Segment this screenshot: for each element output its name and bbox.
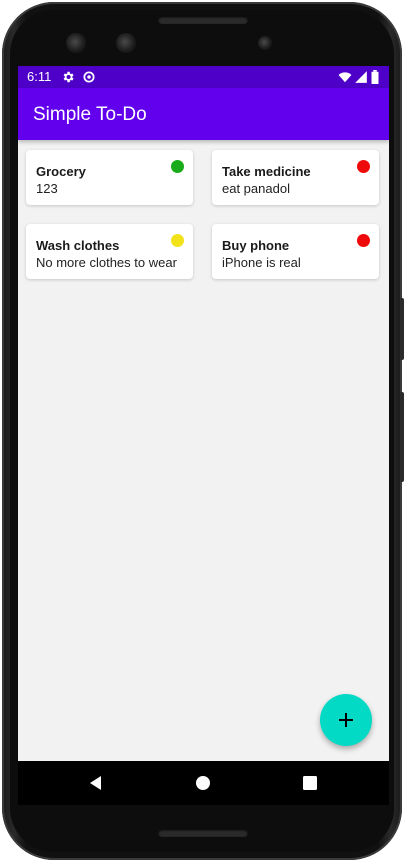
task-card[interactable]: Grocery 123	[26, 150, 193, 205]
status-dot-icon	[171, 160, 184, 173]
home-icon[interactable]	[193, 773, 213, 793]
status-dot-icon	[171, 234, 184, 247]
recents-icon[interactable]	[300, 773, 320, 793]
settings-icon	[63, 71, 74, 83]
status-bar: 6:11	[18, 66, 389, 88]
task-card[interactable]: Take medicine eat panadol	[212, 150, 379, 205]
status-time: 6:11	[27, 69, 52, 84]
front-sensor-icon	[66, 33, 86, 53]
status-dot-icon	[357, 234, 370, 247]
proximity-sensor-icon	[258, 36, 272, 50]
task-title: Wash clothes	[36, 238, 120, 253]
task-description: 123	[36, 181, 58, 196]
wifi-icon	[338, 72, 352, 83]
app-screen: 6:11 Simple To-Do Grocery 123 Take medic…	[18, 66, 389, 761]
task-card[interactable]: Wash clothes No more clothes to wear	[26, 224, 193, 279]
task-title: Take medicine	[222, 164, 311, 179]
task-card[interactable]: Buy phone iPhone is real	[212, 224, 379, 279]
system-nav-bar	[18, 761, 389, 805]
app-title: Simple To-Do	[33, 104, 147, 125]
task-title: Grocery	[36, 164, 86, 179]
front-camera-icon	[116, 33, 136, 53]
back-icon[interactable]	[86, 773, 106, 793]
task-description: iPhone is real	[222, 255, 301, 270]
task-title: Buy phone	[222, 238, 290, 253]
battery-icon	[371, 70, 379, 84]
power-button	[400, 298, 404, 360]
task-description: eat panadol	[222, 181, 290, 196]
add-icon	[339, 713, 353, 727]
app-bar: Simple To-Do	[18, 88, 389, 140]
status-dot-icon	[357, 160, 370, 173]
task-description: No more clothes to wear	[36, 255, 177, 270]
data-saver-icon	[83, 71, 95, 83]
volume-button	[400, 392, 404, 482]
top-speaker	[158, 16, 248, 24]
bottom-speaker	[158, 829, 248, 837]
cell-signal-icon	[355, 71, 367, 83]
add-task-button[interactable]	[320, 694, 372, 746]
